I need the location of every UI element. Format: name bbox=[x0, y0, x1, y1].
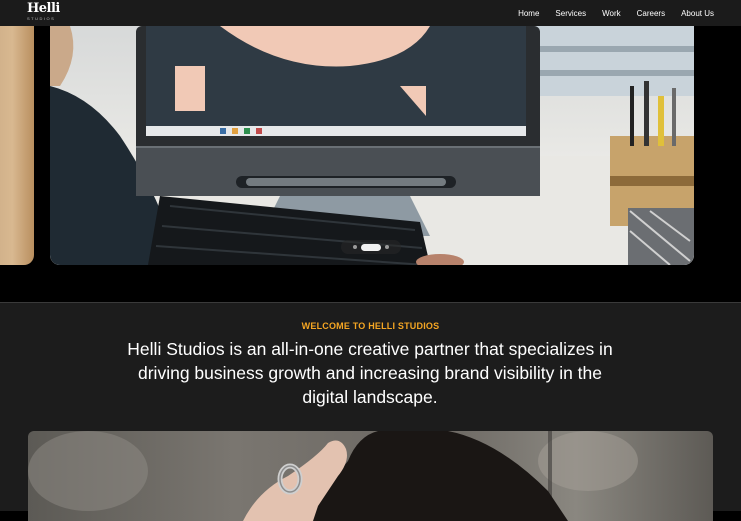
brand-tagline: STUDIOS bbox=[27, 16, 56, 21]
nav-link-services[interactable]: Services bbox=[555, 9, 586, 18]
nav-link-home[interactable]: Home bbox=[518, 9, 539, 18]
hero-photo-desk-computer bbox=[50, 26, 694, 265]
welcome-lead-text: Helli Studios is an all-in-one creative … bbox=[127, 339, 613, 407]
showreel-video[interactable] bbox=[28, 431, 713, 521]
top-navbar: Helli STUDIOS Home Services Work Careers… bbox=[0, 0, 741, 26]
showreel-photo-hand-tablet bbox=[28, 431, 638, 521]
carousel-slide-previous[interactable] bbox=[0, 26, 34, 265]
nav-link-careers[interactable]: Careers bbox=[637, 9, 665, 18]
welcome-eyebrow: WELCOME TO HELLI STUDIOS bbox=[301, 321, 440, 331]
carousel-dot-2[interactable] bbox=[361, 243, 381, 251]
nav-links: Home Services Work Careers About Us bbox=[518, 0, 714, 26]
brand-logo[interactable]: Helli bbox=[27, 2, 60, 15]
nav-link-work[interactable]: Work bbox=[602, 9, 621, 18]
hero-carousel bbox=[0, 26, 741, 302]
carousel-slide-active[interactable] bbox=[50, 26, 694, 265]
carousel-pagination bbox=[341, 240, 401, 254]
carousel-dot-3[interactable] bbox=[385, 245, 389, 249]
welcome-section: WELCOME TO HELLI STUDIOS Helli Studios i… bbox=[0, 303, 741, 521]
carousel-dot-1[interactable] bbox=[353, 245, 357, 249]
nav-link-about-us[interactable]: About Us bbox=[681, 9, 714, 18]
